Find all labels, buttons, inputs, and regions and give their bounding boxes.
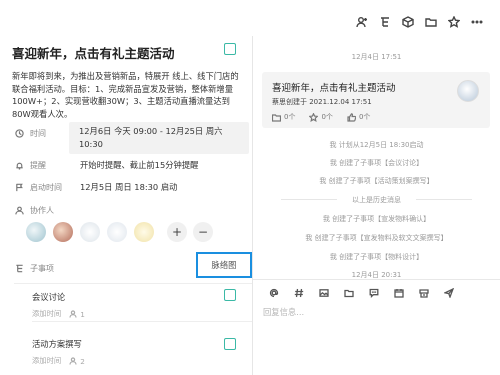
send-icon[interactable] xyxy=(436,286,461,300)
activity-entry: 我 创建了子事项【活动策划案撰写】 xyxy=(319,177,434,185)
reminder-label: 提醒 xyxy=(30,160,46,170)
activity-entry: 我 创建了子事项【宣发物料及软文文案撰写】 xyxy=(305,234,448,242)
card-likes-count: 0个 xyxy=(358,113,371,121)
star-icon[interactable] xyxy=(442,12,465,32)
folder-icon[interactable] xyxy=(419,12,442,32)
subtask-added-label: 添加时间 xyxy=(32,356,62,365)
bell-icon xyxy=(14,160,24,170)
subtask-added-label: 添加时间 xyxy=(32,309,62,318)
history-label: 以上是历史消息 xyxy=(352,196,401,204)
remove-collaborator-button[interactable]: − xyxy=(193,222,213,242)
more-icon[interactable] xyxy=(465,12,488,32)
person-icon xyxy=(14,205,24,215)
card-stars-count: 0个 xyxy=(321,113,333,121)
mindmap-button[interactable]: 脉络图 xyxy=(196,252,252,278)
calendar-icon[interactable] xyxy=(386,286,411,300)
collaborators-row: 协作人 xyxy=(14,203,80,217)
reminder-value: 开始时提醒、截止前15分钟提醒 xyxy=(80,160,199,170)
task-title[interactable]: 喜迎新年，点击有礼主题活动 xyxy=(12,43,175,62)
composer-divider xyxy=(253,279,500,280)
activity-entry: 我 创建了子事项【会议讨论】 xyxy=(329,159,424,167)
card-meta: 0个 0个 0个 xyxy=(272,112,384,122)
avatar[interactable] xyxy=(53,222,73,242)
card-stars: 0个 xyxy=(309,112,333,122)
folder-icon[interactable] xyxy=(336,286,361,300)
hashtag-icon[interactable] xyxy=(286,286,311,300)
clock-icon xyxy=(14,128,24,138)
subtask-title: 会议讨论 xyxy=(32,292,66,302)
timestamp: 12月4日 17:51 xyxy=(351,53,402,61)
avatar[interactable] xyxy=(80,222,100,242)
subtask-title: 活动方案撰写 xyxy=(32,339,82,349)
activity-entry: 我 创建了子事项【物料设计】 xyxy=(329,253,424,261)
image-icon[interactable] xyxy=(311,286,336,300)
subtask-icon xyxy=(14,263,24,273)
task-card[interactable]: 喜迎新年，点击有礼主题活动 蔡思创建于 2021.12.04 17:51 0个 … xyxy=(262,72,490,128)
subtask-assignee-count: 1 xyxy=(80,309,85,319)
task-complete-checkbox[interactable] xyxy=(224,43,236,55)
subtask-item[interactable]: 会议讨论 添加时间 1 xyxy=(32,291,85,319)
history-divider-right xyxy=(416,199,472,200)
subtask-assignee-count: 2 xyxy=(80,356,85,366)
subtask-meta: 添加时间 2 xyxy=(32,356,85,366)
composer-toolbar xyxy=(261,286,461,300)
user-add-icon[interactable] xyxy=(350,12,373,32)
avatar[interactable] xyxy=(107,222,127,242)
top-bar xyxy=(0,0,500,36)
mention-icon[interactable] xyxy=(261,286,286,300)
subtask-checkbox[interactable] xyxy=(224,338,236,350)
card-files: 0个 xyxy=(272,112,295,122)
task-description[interactable]: 新年即将到来，为推出及营销新品，特展开 线上、线下门店的联合福利活动。目标：1、… xyxy=(12,70,242,120)
collaborator-avatars: + − xyxy=(26,222,213,242)
header-icons xyxy=(350,12,488,32)
reply-input[interactable]: 回复信息... xyxy=(263,306,304,318)
reminder-row[interactable]: 提醒 开始时提醒、截止前15分钟提醒 xyxy=(14,158,198,172)
subtask-checkbox[interactable] xyxy=(224,289,236,301)
thumbs-up-icon xyxy=(347,112,356,122)
start-time-label: 启动时间 xyxy=(30,182,62,192)
collaborators-label: 协作人 xyxy=(30,205,54,215)
star-icon xyxy=(309,112,319,122)
divider xyxy=(14,283,252,284)
cube-icon[interactable] xyxy=(396,12,419,32)
avatar xyxy=(457,80,479,102)
task-detail-panel: 喜迎新年，点击有礼主题活动 新年即将到来，为推出及营销新品，特展开 线上、线下门… xyxy=(0,36,252,375)
activity-entry: 我 计划从12月5日 18:30启动 xyxy=(329,141,424,149)
subtask-item[interactable]: 活动方案撰写 添加时间 2 xyxy=(32,338,85,366)
person-icon xyxy=(69,357,77,365)
subtask-meta: 添加时间 1 xyxy=(32,309,85,319)
avatar[interactable] xyxy=(26,222,46,242)
subtasks-label: 子事项 xyxy=(30,263,54,273)
add-collaborator-button[interactable]: + xyxy=(167,222,187,242)
folder-icon xyxy=(272,113,281,122)
card-files-count: 0个 xyxy=(284,113,296,121)
activity-entry: 我 创建了子事项【宣发物料确认】 xyxy=(322,215,431,223)
card-title: 喜迎新年，点击有礼主题活动 xyxy=(272,83,396,94)
flag-icon xyxy=(14,182,24,192)
task-box-icon[interactable] xyxy=(411,286,436,300)
person-icon xyxy=(69,310,77,318)
time-value: 12月6日 今天 09:00 - 12月25日 周六 10:30 xyxy=(79,126,223,149)
time-value-box[interactable]: 12月6日 今天 09:00 - 12月25日 周六 10:30 xyxy=(69,122,249,154)
start-time-row[interactable]: 启动时间 12月5日 周日 18:30 启动 xyxy=(14,180,177,194)
avatar[interactable] xyxy=(134,222,154,242)
start-time-value: 12月5日 周日 18:30 启动 xyxy=(80,182,178,192)
activity-panel: 12月4日 17:51 喜迎新年，点击有礼主题活动 蔡思创建于 2021.12.… xyxy=(253,36,500,375)
card-creator: 蔡思创建于 2021.12.04 17:51 xyxy=(272,98,372,106)
hierarchy-icon[interactable] xyxy=(373,12,396,32)
chat-icon[interactable] xyxy=(361,286,386,300)
card-likes: 0个 xyxy=(347,112,370,122)
subtasks-row: 子事项 xyxy=(14,261,80,275)
divider xyxy=(32,321,252,322)
